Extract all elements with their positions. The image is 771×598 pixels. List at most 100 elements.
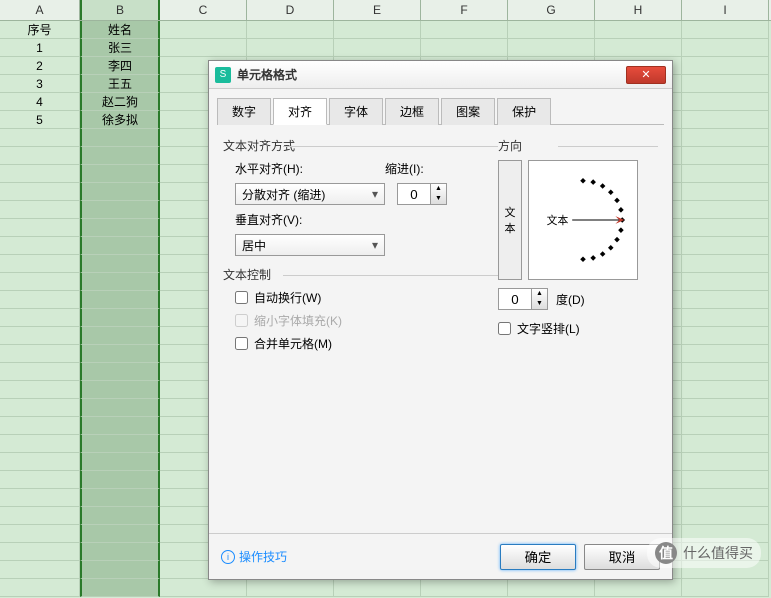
cell[interactable]: 姓名 bbox=[80, 21, 160, 39]
cell[interactable] bbox=[80, 345, 160, 363]
v-align-combo[interactable]: 居中 bbox=[235, 234, 385, 256]
cell[interactable] bbox=[682, 237, 769, 255]
cell[interactable]: 5 bbox=[0, 111, 80, 129]
cell[interactable] bbox=[682, 399, 769, 417]
cell[interactable] bbox=[80, 219, 160, 237]
cell[interactable]: 徐多拟 bbox=[80, 111, 160, 129]
indent-spinner-buttons[interactable]: ▲▼ bbox=[431, 183, 447, 205]
cell[interactable] bbox=[80, 435, 160, 453]
cell[interactable] bbox=[682, 345, 769, 363]
cell[interactable] bbox=[0, 363, 80, 381]
cell[interactable] bbox=[682, 489, 769, 507]
cell[interactable] bbox=[421, 579, 508, 597]
cell[interactable] bbox=[80, 165, 160, 183]
cell[interactable] bbox=[247, 39, 334, 57]
cell[interactable] bbox=[682, 39, 769, 57]
cell[interactable]: 李四 bbox=[80, 57, 160, 75]
cell[interactable]: 王五 bbox=[80, 75, 160, 93]
tab-alignment[interactable]: 对齐 bbox=[273, 98, 327, 125]
cell[interactable] bbox=[0, 327, 80, 345]
cell[interactable] bbox=[80, 201, 160, 219]
cell[interactable] bbox=[80, 129, 160, 147]
cell[interactable] bbox=[80, 561, 160, 579]
cell[interactable] bbox=[682, 93, 769, 111]
ok-button[interactable]: 确定 bbox=[500, 544, 576, 570]
cell[interactable] bbox=[682, 129, 769, 147]
cell[interactable] bbox=[0, 471, 80, 489]
cell[interactable] bbox=[508, 21, 595, 39]
cell[interactable] bbox=[682, 507, 769, 525]
cell[interactable] bbox=[0, 417, 80, 435]
cell[interactable] bbox=[682, 471, 769, 489]
degree-spinner-buttons[interactable]: ▲▼ bbox=[532, 288, 548, 310]
wrap-checkbox[interactable]: 自动换行(W) bbox=[235, 289, 498, 306]
col-header-E[interactable]: E bbox=[334, 0, 421, 20]
cell[interactable] bbox=[0, 507, 80, 525]
cell[interactable] bbox=[682, 453, 769, 471]
cell[interactable] bbox=[682, 327, 769, 345]
cell[interactable] bbox=[80, 363, 160, 381]
cell[interactable] bbox=[80, 471, 160, 489]
cell[interactable] bbox=[0, 309, 80, 327]
cell[interactable] bbox=[682, 57, 769, 75]
cell[interactable] bbox=[80, 237, 160, 255]
cell[interactable]: 2 bbox=[0, 57, 80, 75]
cell[interactable] bbox=[421, 39, 508, 57]
cell[interactable] bbox=[595, 39, 682, 57]
cell[interactable] bbox=[80, 399, 160, 417]
col-header-C[interactable]: C bbox=[160, 0, 247, 20]
cell[interactable]: 赵二狗 bbox=[80, 93, 160, 111]
cell[interactable] bbox=[682, 219, 769, 237]
cell[interactable]: 1 bbox=[0, 39, 80, 57]
cell[interactable] bbox=[80, 255, 160, 273]
cell[interactable] bbox=[0, 291, 80, 309]
col-header-F[interactable]: F bbox=[421, 0, 508, 20]
h-align-combo[interactable]: 分散对齐 (缩进) bbox=[235, 183, 385, 205]
col-header-A[interactable]: A bbox=[0, 0, 80, 20]
cell[interactable] bbox=[80, 507, 160, 525]
cell[interactable] bbox=[682, 273, 769, 291]
cell[interactable]: 4 bbox=[0, 93, 80, 111]
cell[interactable] bbox=[595, 579, 682, 597]
cell[interactable] bbox=[682, 291, 769, 309]
cell[interactable] bbox=[682, 309, 769, 327]
cell[interactable] bbox=[682, 435, 769, 453]
cell[interactable] bbox=[682, 183, 769, 201]
cell[interactable] bbox=[0, 489, 80, 507]
cell[interactable] bbox=[0, 381, 80, 399]
cell[interactable] bbox=[80, 327, 160, 345]
tab-border[interactable]: 边框 bbox=[385, 98, 439, 125]
cell[interactable] bbox=[508, 579, 595, 597]
col-header-I[interactable]: I bbox=[682, 0, 769, 20]
cell[interactable] bbox=[0, 453, 80, 471]
cell[interactable] bbox=[80, 147, 160, 165]
cell[interactable]: 序号 bbox=[0, 21, 80, 39]
cell[interactable] bbox=[508, 39, 595, 57]
orientation-dial[interactable]: 文本 bbox=[528, 160, 638, 280]
cell[interactable] bbox=[0, 129, 80, 147]
cell[interactable] bbox=[334, 21, 421, 39]
cell[interactable] bbox=[0, 273, 80, 291]
close-button[interactable]: ✕ bbox=[626, 66, 666, 84]
cell[interactable] bbox=[160, 39, 247, 57]
cell[interactable] bbox=[0, 165, 80, 183]
tips-link[interactable]: i 操作技巧 bbox=[221, 548, 492, 565]
tab-pattern[interactable]: 图案 bbox=[441, 98, 495, 125]
cell[interactable] bbox=[421, 21, 508, 39]
cell[interactable] bbox=[682, 381, 769, 399]
cell[interactable] bbox=[682, 165, 769, 183]
cell[interactable] bbox=[80, 273, 160, 291]
cell[interactable] bbox=[160, 21, 247, 39]
cell[interactable] bbox=[0, 579, 80, 597]
indent-spinner[interactable] bbox=[397, 183, 431, 205]
cell[interactable] bbox=[0, 399, 80, 417]
cell[interactable] bbox=[682, 147, 769, 165]
cell[interactable] bbox=[0, 255, 80, 273]
cell[interactable] bbox=[595, 21, 682, 39]
cell[interactable] bbox=[0, 237, 80, 255]
col-header-G[interactable]: G bbox=[508, 0, 595, 20]
cell[interactable] bbox=[0, 561, 80, 579]
cell[interactable] bbox=[80, 309, 160, 327]
degree-spinner[interactable] bbox=[498, 288, 532, 310]
cell[interactable] bbox=[80, 489, 160, 507]
